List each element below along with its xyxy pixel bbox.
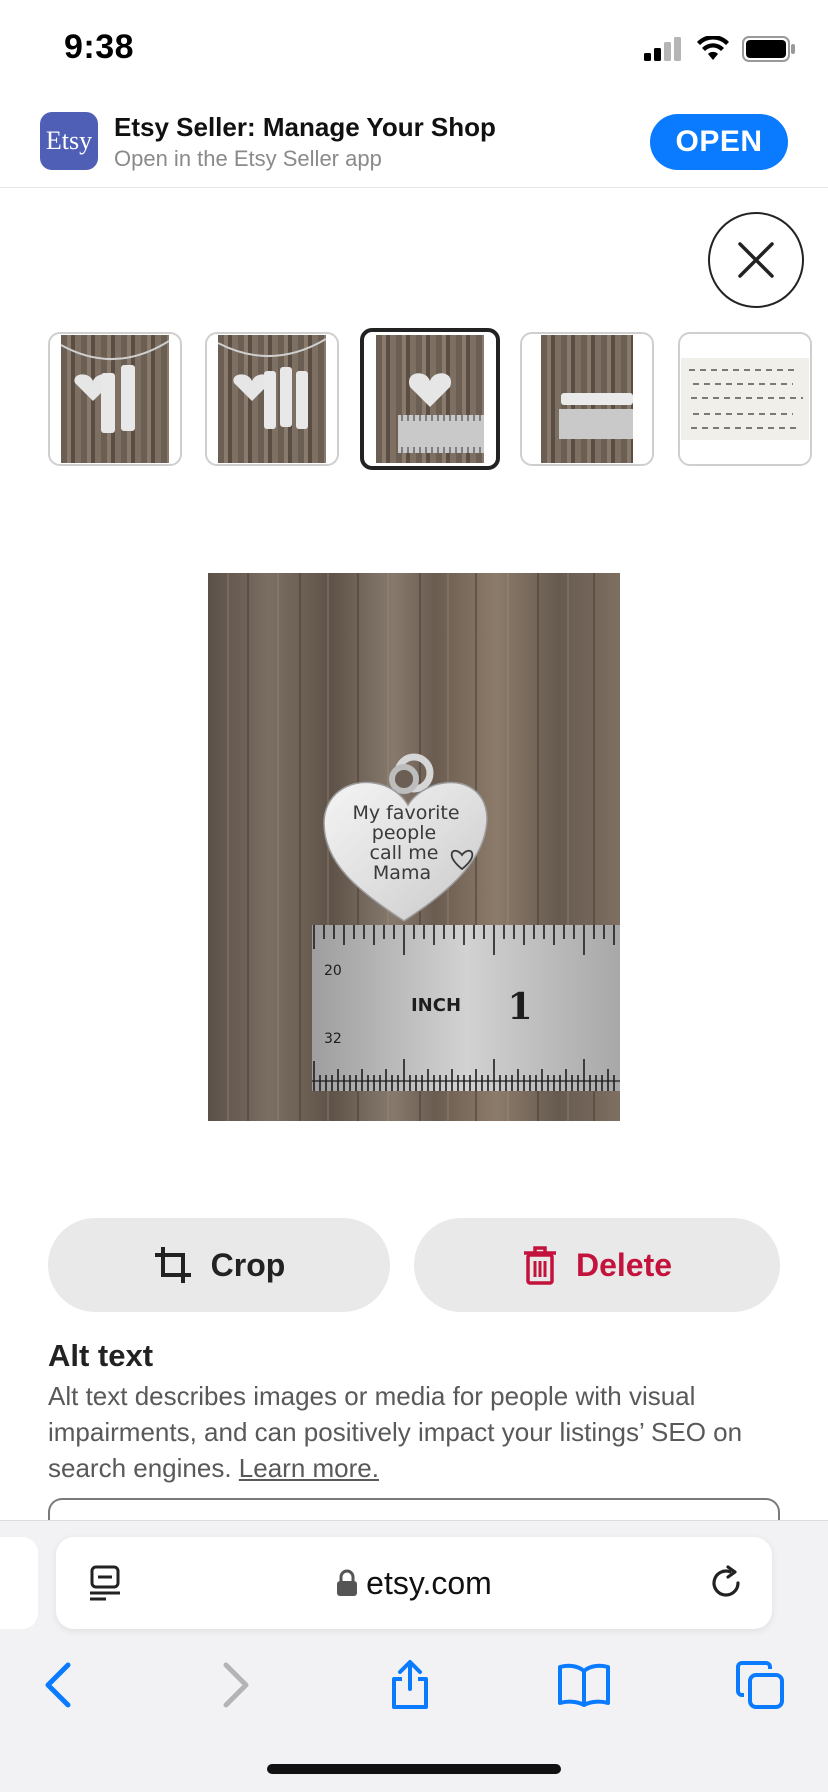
thumbnail-1[interactable] (48, 332, 182, 466)
main-listing-photo: My favorite people call me Mama 20 32 IN… (208, 573, 620, 1121)
forward-button[interactable] (208, 1657, 264, 1713)
open-app-button[interactable]: OPEN (650, 114, 788, 170)
tabs-icon (736, 1661, 784, 1709)
etsy-logo-text: Etsy (45, 126, 93, 155)
lock-icon (337, 1569, 358, 1596)
chevron-left-icon (45, 1662, 71, 1708)
trash-icon (523, 1246, 556, 1285)
charm-text-line-1: My favorite (352, 802, 459, 824)
crop-icon (154, 1247, 191, 1283)
alt-text-title: Alt text (48, 1338, 154, 1373)
status-time: 9:38 (64, 28, 135, 66)
thumbnail-image (61, 335, 169, 463)
app-banner: Etsy Etsy Seller: Manage Your Shop Open … (0, 100, 828, 188)
delete-button[interactable]: Delete (414, 1218, 780, 1312)
thumbnail-image (541, 335, 633, 463)
reload-icon[interactable] (708, 1565, 744, 1601)
thumbnail-image (376, 335, 484, 463)
status-icons (644, 36, 796, 62)
charm-text-line-2: people (372, 822, 436, 844)
status-bar: 9:38 (0, 0, 828, 100)
app-banner-title: Etsy Seller: Manage Your Shop (114, 112, 496, 142)
thumbnail-5[interactable] (678, 332, 812, 466)
delete-button-label: Delete (575, 1246, 673, 1283)
thumbnail-3[interactable] (360, 328, 500, 470)
open-book-icon (558, 1663, 610, 1707)
etsy-app-logo[interactable]: Etsy (40, 112, 98, 170)
thumbnail-image (218, 335, 326, 463)
thumbnail-4[interactable] (520, 332, 654, 466)
tabs-button[interactable] (732, 1657, 788, 1713)
thumbnail-strip (0, 328, 828, 470)
ruler-mark-bottom: 32 (324, 1031, 342, 1047)
battery-icon (742, 36, 795, 62)
back-button[interactable] (30, 1657, 86, 1713)
charm-text-line-3: call me (370, 842, 439, 864)
safari-bottom-bar: etsy.com (0, 1520, 828, 1792)
alt-text-description: Alt text describes images or media for p… (48, 1378, 788, 1486)
bookmarks-button[interactable] (556, 1657, 612, 1713)
charm-text-line-4: Mama (373, 862, 431, 884)
share-icon (392, 1660, 428, 1709)
app-banner-subtitle: Open in the Etsy Seller app (114, 146, 382, 171)
ruler-mark-top: 20 (324, 963, 342, 979)
thumbnail-2[interactable] (205, 332, 339, 466)
close-button[interactable] (708, 212, 804, 308)
url-field[interactable]: etsy.com (56, 1537, 772, 1629)
home-indicator (267, 1764, 561, 1774)
crop-button[interactable]: Crop (48, 1218, 390, 1312)
url-display: etsy.com (56, 1565, 772, 1602)
alt-text-description-body: Alt text describes images or media for p… (48, 1381, 743, 1483)
share-button[interactable] (382, 1657, 438, 1713)
url-text: etsy.com (366, 1565, 492, 1601)
previous-tab-preview[interactable] (0, 1537, 38, 1629)
close-icon (738, 242, 774, 278)
ruler-inch-number: 1 (507, 986, 532, 1028)
crop-button-label: Crop (210, 1246, 286, 1283)
cellular-signal-icon (644, 37, 681, 61)
wifi-icon (697, 36, 729, 60)
ruler-inch-label: INCH (411, 995, 461, 1016)
learn-more-link[interactable]: Learn more. (239, 1453, 379, 1483)
chevron-right-icon (223, 1662, 249, 1708)
thumbnail-image (681, 358, 809, 440)
